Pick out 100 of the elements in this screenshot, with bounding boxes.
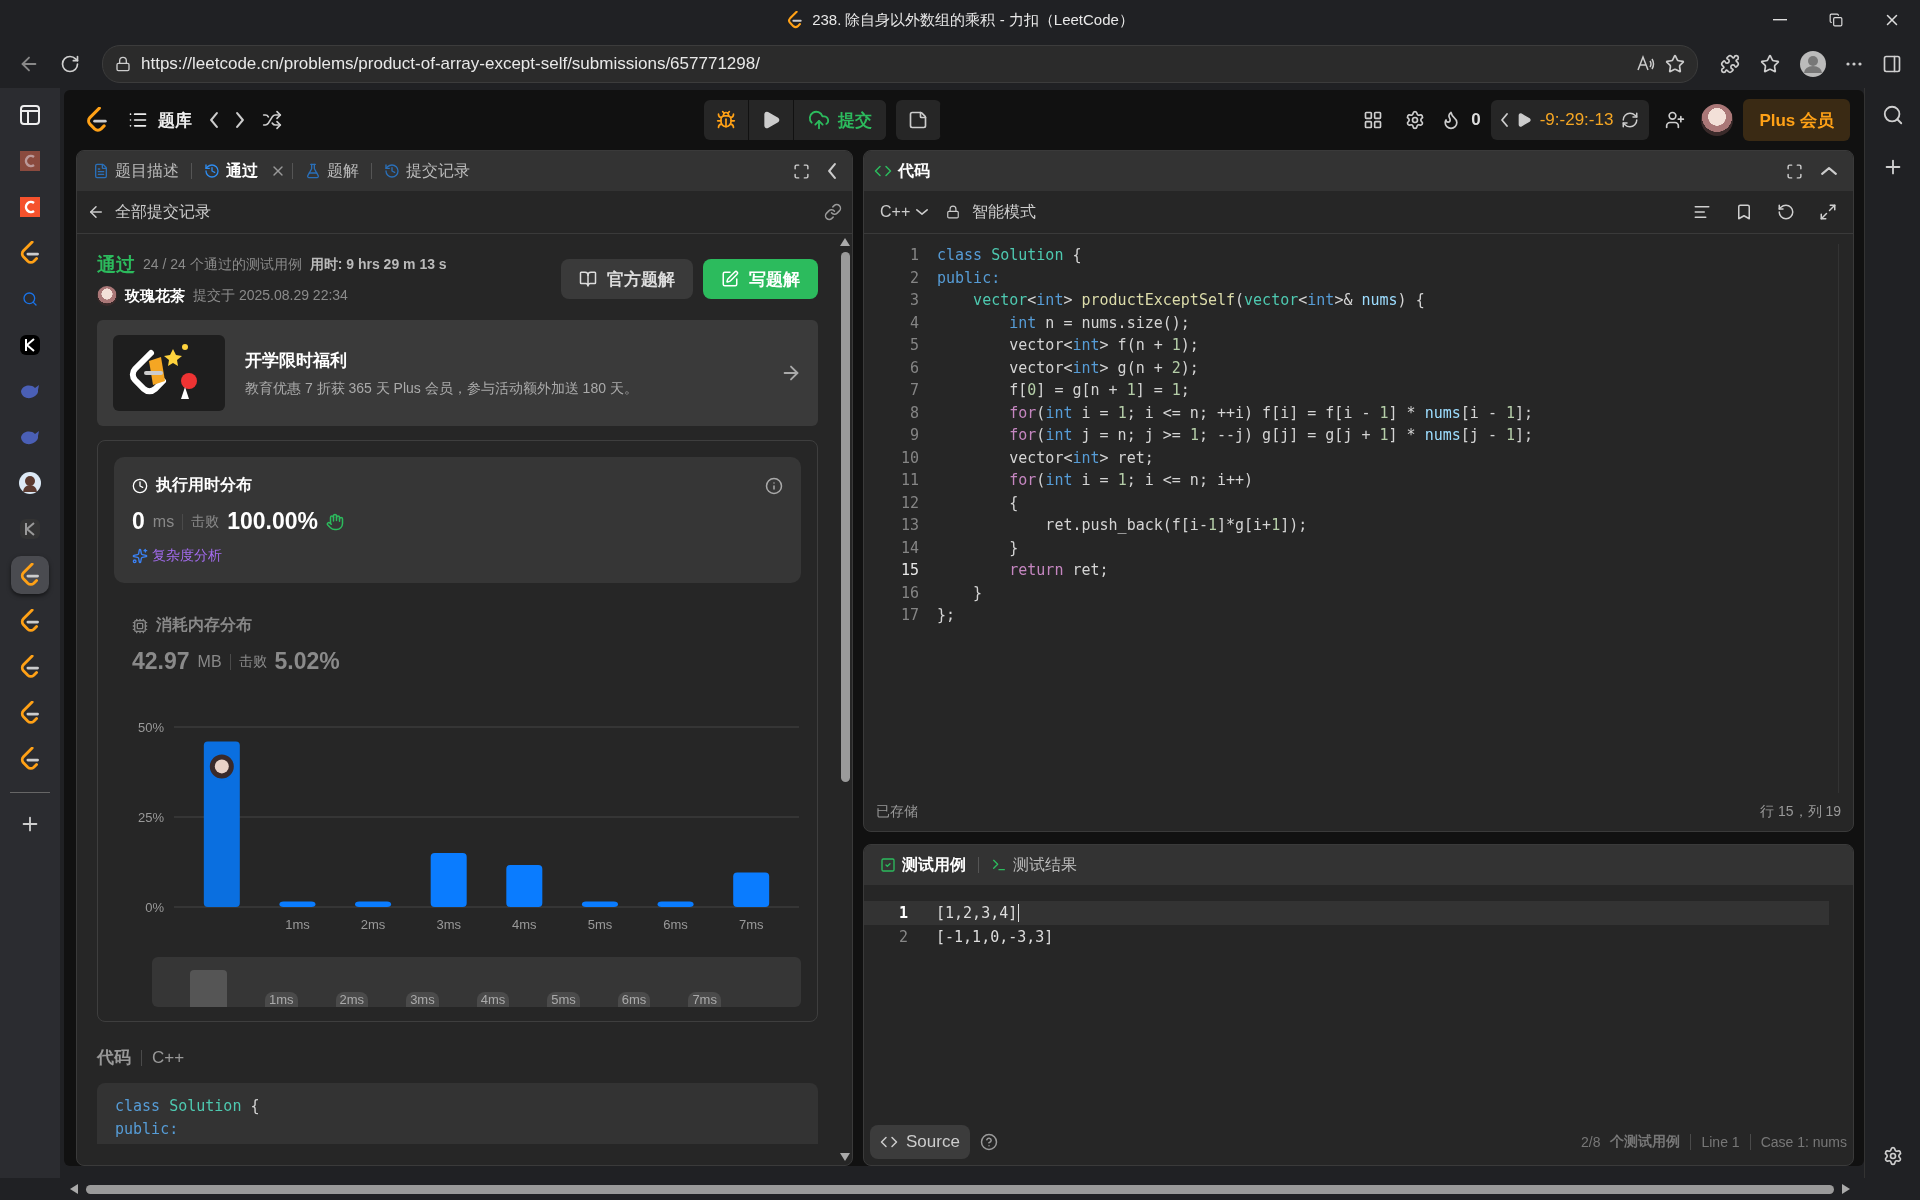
code-line: vector<int> productExceptSelf(vector<int>& nums) { (972, 290, 1426, 311)
metric-unit: ms (152, 512, 175, 531)
scroll-left-icon[interactable] (70, 1184, 78, 1194)
axis-label: 5ms (587, 917, 613, 932)
star-icon (1665, 54, 1685, 74)
problem-list-button[interactable]: 题库 (122, 102, 198, 138)
info-icon[interactable] (765, 476, 783, 495)
note-icon (908, 110, 929, 130)
cases-text: 24 / 24 个通过的测试用例 (143, 256, 302, 274)
reload-icon (60, 54, 80, 74)
code-line: public: (937, 267, 1002, 289)
metric-value: 0 (132, 508, 145, 535)
maximize-icon (793, 162, 810, 180)
line-number: 11 (899, 470, 919, 491)
help-icon[interactable] (979, 1133, 998, 1151)
axis-label: 6ms (663, 917, 688, 932)
link-icon[interactable] (824, 203, 842, 221)
chevron-left-icon (1500, 113, 1508, 127)
grid-icon (1363, 110, 1384, 130)
promo-card[interactable]: 开学限时福利 教育优惠 7 折获 365 天 Plus 会员，参与活动额外加送 180 天。 (97, 320, 818, 426)
scroll-down-icon[interactable] (840, 1153, 850, 1161)
code-line: for(int i = 1; i <= n; ++i) f[i] = f[i - 1] * nums[i - 1]; (1008, 402, 1535, 424)
settings-icon (1405, 110, 1426, 130)
user-name[interactable]: 玫瑰花茶 (125, 286, 185, 306)
code-title: 代码 (97, 1047, 131, 1069)
panel-title: 代码 (898, 160, 930, 181)
app-tile-icon (18, 333, 42, 357)
axis-label: 1ms (285, 917, 310, 932)
terminal-icon (991, 857, 1007, 873)
axis-label: 3ms (436, 917, 461, 932)
runtime-text: 用时: 9 hrs 29 m 13 s (309, 256, 447, 274)
bar (733, 872, 770, 907)
line-number: 1 (908, 245, 919, 266)
star-icon (1760, 54, 1780, 74)
testcase-input[interactable]: [1,2,3,4] (936, 903, 1020, 923)
list-icon (128, 110, 148, 130)
code-line: for(int i = 1; i <= n; i++) (1008, 470, 1255, 491)
language-label: C++ (152, 1047, 185, 1068)
code-line: for(int j = n; j >= 1; --j) g[j] = g[j + 1] * nums[j - 1]; (1008, 425, 1535, 446)
plus-button[interactable]: Plus 会员 (1743, 99, 1850, 141)
leetcode-logo-icon (18, 241, 42, 265)
submitted-time: 提交于 2025.08.29 22:34 (193, 287, 348, 305)
app-tile-icon (18, 149, 42, 173)
history-icon (204, 163, 220, 179)
line-number: 15 (899, 560, 919, 581)
panel-tab[interactable]: 题解 (299, 156, 365, 186)
case-info: Case 1: nums (1760, 1134, 1847, 1150)
code-line: vector<int> g(n + 2); (1008, 357, 1200, 379)
source-button[interactable]: Source (870, 1125, 970, 1159)
bar (657, 901, 694, 907)
avatar-icon (18, 471, 42, 495)
app-tile-icon (18, 195, 42, 219)
bar (430, 853, 467, 907)
testcase-count: 2/8 (1581, 1134, 1601, 1150)
line-info: Line 1 (1701, 1134, 1740, 1150)
cloud-upload-icon (808, 109, 831, 131)
panel-tab[interactable]: 提交记录 (378, 156, 476, 186)
panel-tab[interactable]: 测试用例 (874, 850, 972, 880)
line-number: 2 (897, 928, 908, 946)
restore-icon (1829, 13, 1843, 27)
bug-icon (716, 110, 737, 130)
language-dropdown[interactable]: C++ (874, 202, 935, 222)
saved-status: 已存储 (876, 803, 918, 821)
panel-tab[interactable]: 题目描述 (87, 156, 185, 186)
ellipsis-icon (1846, 62, 1862, 66)
metric-card[interactable]: 消耗内存分布 42.97 MB 击败 5.02% (114, 597, 801, 693)
sparkle-icon (132, 548, 148, 564)
user-avatar[interactable] (1701, 104, 1734, 136)
official-solution-button[interactable]: 官方题解 (561, 259, 693, 299)
address-bar[interactable]: https://leetcode.cn/problems/product-of-array-except-self/submissions/657771298/ (102, 45, 1698, 83)
axis-label: 6ms (617, 992, 651, 1007)
complexity-link[interactable]: 复杂度分析 (132, 547, 783, 565)
code-line: vector<int> f(n + 1); (1008, 335, 1200, 356)
testcase-input[interactable]: [-1,1,0,-3,3] (936, 928, 1054, 946)
overview-strip[interactable]: 1ms 2ms 3ms 4ms 5ms 6ms 7ms (152, 957, 801, 1007)
beat-label: 击败 (191, 512, 220, 531)
axis-label: 50% (137, 720, 164, 735)
code-line: int n = nums.size(); (1008, 312, 1191, 334)
code-line: f[0] = g[n + 1] = 1; (1008, 380, 1191, 401)
line-number: 7 (908, 380, 919, 401)
metric-title: 消耗内存分布 (156, 615, 252, 635)
panel-tab[interactable]: 测试结果 (985, 850, 1083, 880)
align-icon (1693, 203, 1711, 221)
mode-label[interactable]: 智能模式 (972, 201, 1037, 223)
scroll-up-icon[interactable] (840, 238, 850, 246)
leetcode-logo-icon (18, 655, 42, 679)
range-handle[interactable] (190, 970, 227, 1007)
scroll-right-icon[interactable] (1842, 1184, 1850, 1194)
line-number: 17 (899, 605, 919, 626)
code-line: } (972, 582, 984, 604)
settings-icon (1882, 1146, 1903, 1166)
all-submissions-link[interactable]: 全部提交记录 (87, 201, 211, 223)
code-line: ret.push_back(f[i-1]*g[i+1]); (1044, 515, 1309, 536)
streak-count: 0 (1471, 110, 1481, 130)
beat-percent: 5.02% (274, 648, 340, 675)
line-number: 4 (908, 312, 919, 334)
sidebar-app[interactable] (11, 556, 49, 594)
panel-tab[interactable]: 通过 (198, 156, 264, 186)
metric-card[interactable]: 执行用时分布 0 ms 击败 100.00% 复杂度分析 (114, 457, 801, 583)
timer[interactable]: -9:-29:-13 (1490, 100, 1650, 140)
